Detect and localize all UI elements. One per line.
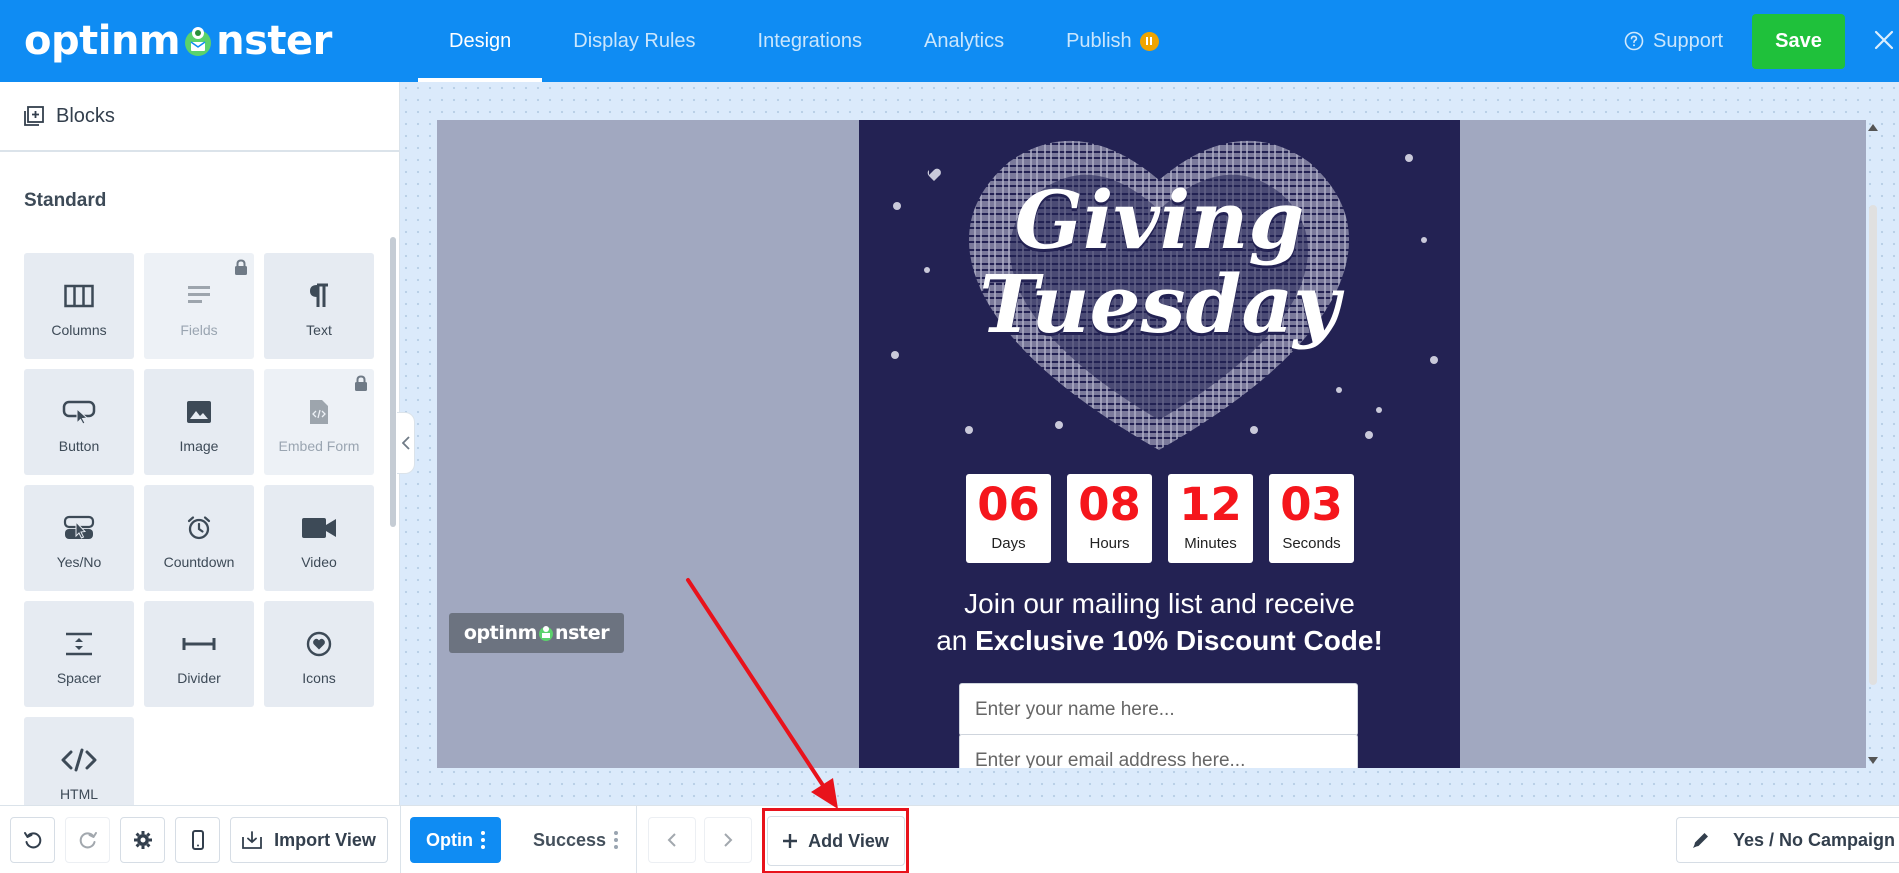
scroll-up-arrow-icon[interactable] [1868,124,1878,131]
plus-icon [783,834,798,848]
previous-view-button[interactable] [648,817,696,863]
standard-section-title: Standard [24,190,107,211]
add-block-icon [24,106,44,126]
import-icon [242,831,263,849]
block-countdown[interactable]: Countdown [144,485,254,591]
blocks-panel-header: Blocks [0,82,399,152]
tab-analytics[interactable]: Analytics [893,0,1035,82]
tab-publish[interactable]: Publish [1035,0,1190,82]
tab-design[interactable]: Design [418,0,543,82]
chevron-left-icon [667,833,676,847]
countdown-minutes: 12 Minutes [1168,474,1253,563]
yes-no-icon [63,515,95,539]
view-tab-optin[interactable]: Optin [410,817,501,863]
block-spacer[interactable]: Spacer [24,601,134,707]
block-icons[interactable]: Icons [264,601,374,707]
block-video[interactable]: Video [264,485,374,591]
countdown-seconds: 03 Seconds [1269,474,1354,563]
embed-code-icon [310,400,328,424]
redo-icon [79,832,97,849]
redo-button[interactable] [65,817,110,863]
block-columns[interactable]: Columns [24,253,134,359]
tab-display-rules[interactable]: Display Rules [542,0,726,82]
save-button[interactable]: Save [1752,14,1845,69]
paragraph-icon [310,283,328,307]
toolbar-divider [400,806,401,873]
sidebar-scrollbar[interactable] [390,192,396,832]
preview-scrollbar-thumb[interactable] [1869,205,1877,685]
pencil-icon [1693,833,1708,848]
settings-button[interactable] [120,817,165,863]
main-nav-tabs: Design Display Rules Integrations Analyt… [418,0,1190,82]
countdown-timer[interactable]: 06 Days 08 Hours 12 Minutes 03 Seconds [966,474,1354,563]
block-image[interactable]: Image [144,369,254,475]
scroll-down-arrow-icon[interactable] [1868,757,1878,764]
block-divider[interactable]: Divider [144,601,254,707]
campaign-headline[interactable]: Giving Tuesday [859,180,1460,344]
block-text[interactable]: Text [264,253,374,359]
promo-text[interactable]: Join our mailing list and receive an Exc… [859,585,1460,659]
design-canvas: optinm nster Giving Tuesday 06 Days 08 H… [400,82,1899,805]
bottom-toolbar: Import View Optin Success Add View Yes /… [0,805,1899,873]
giving-tuesday-popup[interactable]: Giving Tuesday 06 Days 08 Hours 12 Minut… [859,120,1460,768]
pause-badge-icon [1139,31,1159,51]
import-view-button[interactable]: Import View [230,817,388,863]
sidebar-scrollbar-thumb[interactable] [390,237,396,527]
blocks-grid: Columns Fields Text Button Image Embed F… [24,253,374,823]
video-camera-icon [302,518,336,538]
lock-icon [355,375,367,391]
name-input[interactable] [959,683,1358,736]
more-options-icon[interactable] [614,831,619,849]
spacer-icon [66,632,92,656]
lock-icon [235,259,247,275]
undo-icon [23,832,41,849]
mobile-icon [191,830,204,850]
optinmonster-powered-badge[interactable]: optinm nster [449,613,624,653]
support-link[interactable]: Support [1624,0,1723,82]
chevron-right-icon [724,833,733,847]
divider-icon [182,638,216,650]
image-icon [187,401,211,423]
optinmonster-logo[interactable]: optinm nster [24,16,332,66]
help-circle-icon [1624,31,1644,51]
toolbar-divider [636,806,637,873]
email-input[interactable] [959,734,1358,768]
tab-integrations[interactable]: Integrations [727,0,894,82]
gear-icon [133,831,152,849]
mobile-preview-button[interactable] [175,817,220,863]
columns-icon [64,284,94,308]
heart-circle-icon [306,631,332,657]
next-view-button[interactable] [704,817,752,863]
more-options-icon[interactable] [481,831,485,849]
preview-scrollbar[interactable] [1866,120,1880,768]
block-fields[interactable]: Fields [144,253,254,359]
monster-mascot-icon [185,27,212,56]
view-tab-success[interactable]: Success [533,817,619,863]
chevron-left-icon [401,436,410,450]
button-cursor-icon [62,400,96,425]
top-navigation-bar: optinm nster Design Display Rules Integr… [0,0,1899,82]
undo-button[interactable] [10,817,55,863]
block-embed-form[interactable]: Embed Form [264,369,374,475]
close-icon[interactable] [1872,28,1896,52]
add-view-button[interactable]: Add View [766,816,905,866]
blocks-sidebar: Blocks Standard Columns Fields Text Butt… [0,82,400,823]
countdown-hours: 08 Hours [1067,474,1152,563]
block-button[interactable]: Button [24,369,134,475]
alarm-clock-icon [187,516,211,540]
monster-mascot-icon [539,626,553,641]
code-icon [61,748,97,772]
campaign-type-button[interactable]: Yes / No Campaign [1676,817,1899,863]
campaign-preview: optinm nster Giving Tuesday 06 Days 08 H… [437,120,1866,768]
optinmonster-builder: optinm nster Design Display Rules Integr… [0,0,1899,873]
block-yes-no[interactable]: Yes/No [24,485,134,591]
fields-icon [188,286,210,303]
collapse-sidebar-toggle[interactable] [397,412,415,474]
countdown-days: 06 Days [966,474,1051,563]
add-view-highlight: Add View [762,808,909,873]
